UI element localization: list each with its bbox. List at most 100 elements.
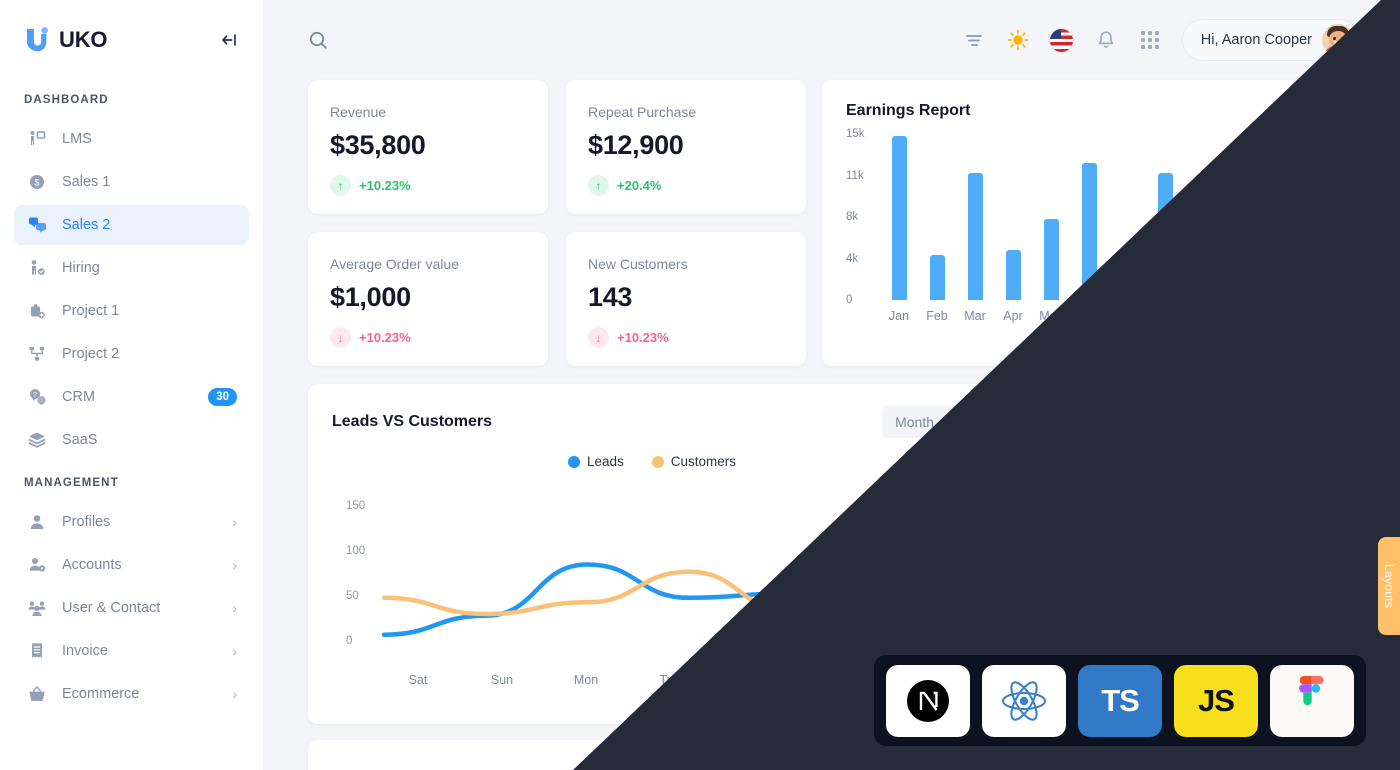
earnings-bar-column[interactable] bbox=[1032, 134, 1070, 300]
react-badge[interactable] bbox=[982, 664, 1066, 737]
arrow-up-icon: ↑ bbox=[330, 175, 351, 196]
sidebar-item-saas[interactable]: SaaS bbox=[14, 420, 249, 460]
legend-item[interactable]: Leads bbox=[567, 454, 624, 469]
earnings-bar-column[interactable] bbox=[880, 134, 918, 300]
chevron-right-icon: › bbox=[232, 600, 237, 616]
earnings-bar[interactable] bbox=[1043, 219, 1059, 300]
sidebar-item-sales-1[interactable]: $ Sales 1 bbox=[14, 162, 249, 202]
stat-value: $1,000 bbox=[330, 282, 411, 312]
chevron-right-icon: › bbox=[232, 686, 237, 702]
light-mode-sun-icon[interactable] bbox=[1006, 28, 1030, 52]
sidebar-item-profiles[interactable]: Profiles › bbox=[14, 502, 249, 542]
typescript-badge[interactable]: TS bbox=[1078, 664, 1162, 737]
earnings-bar[interactable] bbox=[1271, 242, 1287, 300]
user-menu-button[interactable]: Hi, Aaron Cooper bbox=[1181, 19, 1360, 61]
sidebar-item-label: Project 1 bbox=[62, 303, 120, 319]
earnings-bar[interactable] bbox=[1233, 192, 1249, 300]
tech-stack-badges: TS JS bbox=[874, 655, 1366, 746]
hiring-person-icon bbox=[26, 257, 48, 279]
sidebar-item-label: Sales 1 bbox=[62, 174, 111, 190]
earnings-x-tick: Mar bbox=[964, 309, 986, 323]
earnings-bar-column[interactable] bbox=[1184, 134, 1222, 300]
sitemap-icon bbox=[26, 343, 48, 365]
stat-card-revenue[interactable]: Revenue $35,800 ↑ +10.23% bbox=[308, 80, 548, 214]
earnings-x-tick: May bbox=[1039, 309, 1063, 323]
earnings-bar[interactable] bbox=[967, 173, 983, 300]
earnings-bar-column[interactable] bbox=[994, 134, 1032, 300]
react-icon bbox=[1001, 680, 1047, 721]
sidebar-item-accounts[interactable]: Accounts › bbox=[14, 545, 249, 585]
earnings-bar[interactable] bbox=[1005, 250, 1021, 300]
language-flag-us-icon[interactable] bbox=[1050, 28, 1074, 52]
earnings-bar[interactable] bbox=[929, 255, 945, 300]
svg-text:$: $ bbox=[34, 177, 39, 187]
invoice-receipt-icon bbox=[26, 640, 48, 662]
avg-range-value: 140 bbox=[1159, 552, 1213, 590]
stat-card-average-order-value[interactable]: Average Order value $1,000 ↓ +10.23% bbox=[308, 232, 548, 366]
earnings-bar-column[interactable] bbox=[1070, 134, 1108, 300]
javascript-badge[interactable]: JS bbox=[1174, 664, 1258, 737]
uko-logo-icon bbox=[24, 26, 50, 54]
sidebar-item-user-contact[interactable]: User & Contact › bbox=[14, 588, 249, 628]
sidebar-item-label: Invoice bbox=[62, 643, 108, 659]
leads-period-select[interactable]: Month bbox=[882, 406, 972, 438]
earnings-header: Earnings Report Month bbox=[846, 102, 1336, 120]
earnings-x-tick: Oct bbox=[1231, 309, 1251, 323]
earnings-x-tick: Apr bbox=[1003, 309, 1023, 323]
earnings-x-tick: Jan bbox=[888, 309, 910, 323]
search-icon[interactable] bbox=[308, 30, 329, 51]
earnings-bar[interactable] bbox=[1081, 163, 1097, 300]
sidebar-item-sales-2[interactable]: Sales 2 bbox=[14, 205, 249, 245]
javascript-label: JS bbox=[1198, 682, 1235, 718]
stat-card-new-customers[interactable]: New Customers 143 ↓ +10.23% bbox=[566, 232, 806, 366]
leads-series-customers bbox=[381, 533, 997, 617]
earnings-bar[interactable] bbox=[1309, 136, 1325, 300]
earnings-bar-column[interactable] bbox=[1298, 134, 1336, 300]
legend-item[interactable]: Customers bbox=[651, 454, 736, 469]
sidebar-item-ecommerce[interactable]: Ecommerce › bbox=[14, 674, 249, 714]
notifications-bell-icon[interactable] bbox=[1094, 28, 1118, 52]
sidebar-item-label: Profiles bbox=[62, 514, 111, 530]
earnings-period-dropdown[interactable]: Month bbox=[1275, 103, 1336, 119]
earnings-bar[interactable] bbox=[891, 136, 907, 300]
leads-legend: Leads Customers bbox=[332, 454, 972, 469]
earnings-bar-column[interactable] bbox=[956, 134, 994, 300]
user-avatar[interactable] bbox=[1322, 24, 1354, 56]
stat-card-repeat-purchase[interactable]: Repeat Purchase $12,900 ↑ +20.4% bbox=[566, 80, 806, 214]
apps-grid-icon[interactable] bbox=[1138, 28, 1162, 52]
sidebar-item-invoice[interactable]: Invoice › bbox=[14, 631, 249, 671]
earnings-bar[interactable] bbox=[1195, 219, 1211, 300]
sidebar-item-project-2[interactable]: Project 2 bbox=[14, 334, 249, 374]
sidebar-item-lms[interactable]: LMS bbox=[14, 119, 249, 159]
filter-lines-icon[interactable] bbox=[962, 28, 986, 52]
stat-value: $35,800 bbox=[330, 130, 426, 160]
earnings-bar[interactable] bbox=[1157, 173, 1173, 300]
sidebar-item-label: Hiring bbox=[62, 260, 100, 276]
stat-title: New Customers bbox=[588, 256, 688, 272]
earnings-bar-column[interactable] bbox=[1108, 134, 1146, 300]
layouts-tab-button[interactable]: Layouts bbox=[1378, 537, 1400, 635]
earnings-bar-column[interactable] bbox=[918, 134, 956, 300]
stats-column: Revenue $35,800 ↑ +10.23% Repeat Purchas… bbox=[308, 80, 806, 366]
leads-x-tick: Thu bbox=[827, 673, 849, 687]
sales-chat-icon bbox=[26, 214, 48, 236]
sidebar-item-project-1[interactable]: Project 1 bbox=[14, 291, 249, 331]
earnings-bar-column[interactable] bbox=[1222, 134, 1260, 300]
sidebar-item-crm[interactable]: ? CRM 30 bbox=[14, 377, 249, 417]
sidebar-item-label: Project 2 bbox=[62, 346, 120, 362]
typescript-label: TS bbox=[1101, 682, 1140, 718]
stat-title: Repeat Purchase bbox=[588, 104, 697, 120]
earnings-x-tick: Feb bbox=[926, 309, 948, 323]
earnings-bar[interactable] bbox=[1119, 267, 1135, 300]
stat-cards-grid: Revenue $35,800 ↑ +10.23% Repeat Purchas… bbox=[308, 80, 806, 366]
donut-center: Avg Range 140 bbox=[1106, 482, 1266, 642]
nextjs-badge[interactable] bbox=[886, 664, 970, 737]
brand-header: UKO bbox=[0, 0, 263, 80]
nextjs-icon bbox=[907, 679, 949, 722]
sidebar-item-hiring[interactable]: Hiring bbox=[14, 248, 249, 288]
arrow-down-icon: ↓ bbox=[330, 327, 351, 348]
earnings-bar-column[interactable] bbox=[1260, 134, 1298, 300]
collapse-sidebar-icon[interactable] bbox=[219, 30, 239, 50]
figma-badge[interactable] bbox=[1270, 664, 1354, 737]
earnings-bar-column[interactable] bbox=[1146, 134, 1184, 300]
